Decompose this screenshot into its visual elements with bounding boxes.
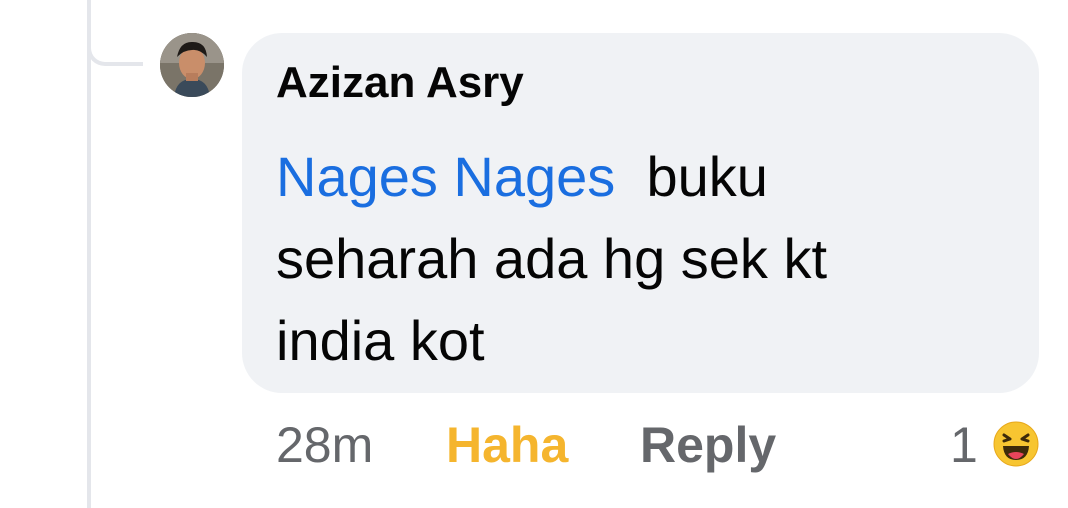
comment-body-line-2: seharah ada hg sek kt [276, 227, 828, 290]
avatar-photo [160, 33, 224, 97]
thread-branch-line [87, 0, 143, 66]
thread-connector-line [87, 0, 91, 508]
haha-reaction-button[interactable]: Haha [446, 416, 568, 474]
comment-body: Nages Nages buku seharah ada hg sek kt ind… [276, 136, 976, 382]
comment-author[interactable]: Azizan Asry [276, 58, 524, 108]
comment-timestamp[interactable]: 28m [276, 416, 373, 474]
haha-emoji-icon[interactable] [992, 420, 1040, 468]
avatar[interactable] [160, 33, 224, 97]
reaction-count[interactable]: 1 [950, 416, 978, 474]
comment-thread: Azizan Asry Nages Nages buku seharah ada … [0, 0, 1068, 508]
comment-body-line-1: buku [646, 145, 768, 208]
comment-body-line-3: india kot [276, 309, 485, 372]
mention-link[interactable]: Nages Nages [276, 145, 615, 208]
reply-button[interactable]: Reply [640, 416, 776, 474]
